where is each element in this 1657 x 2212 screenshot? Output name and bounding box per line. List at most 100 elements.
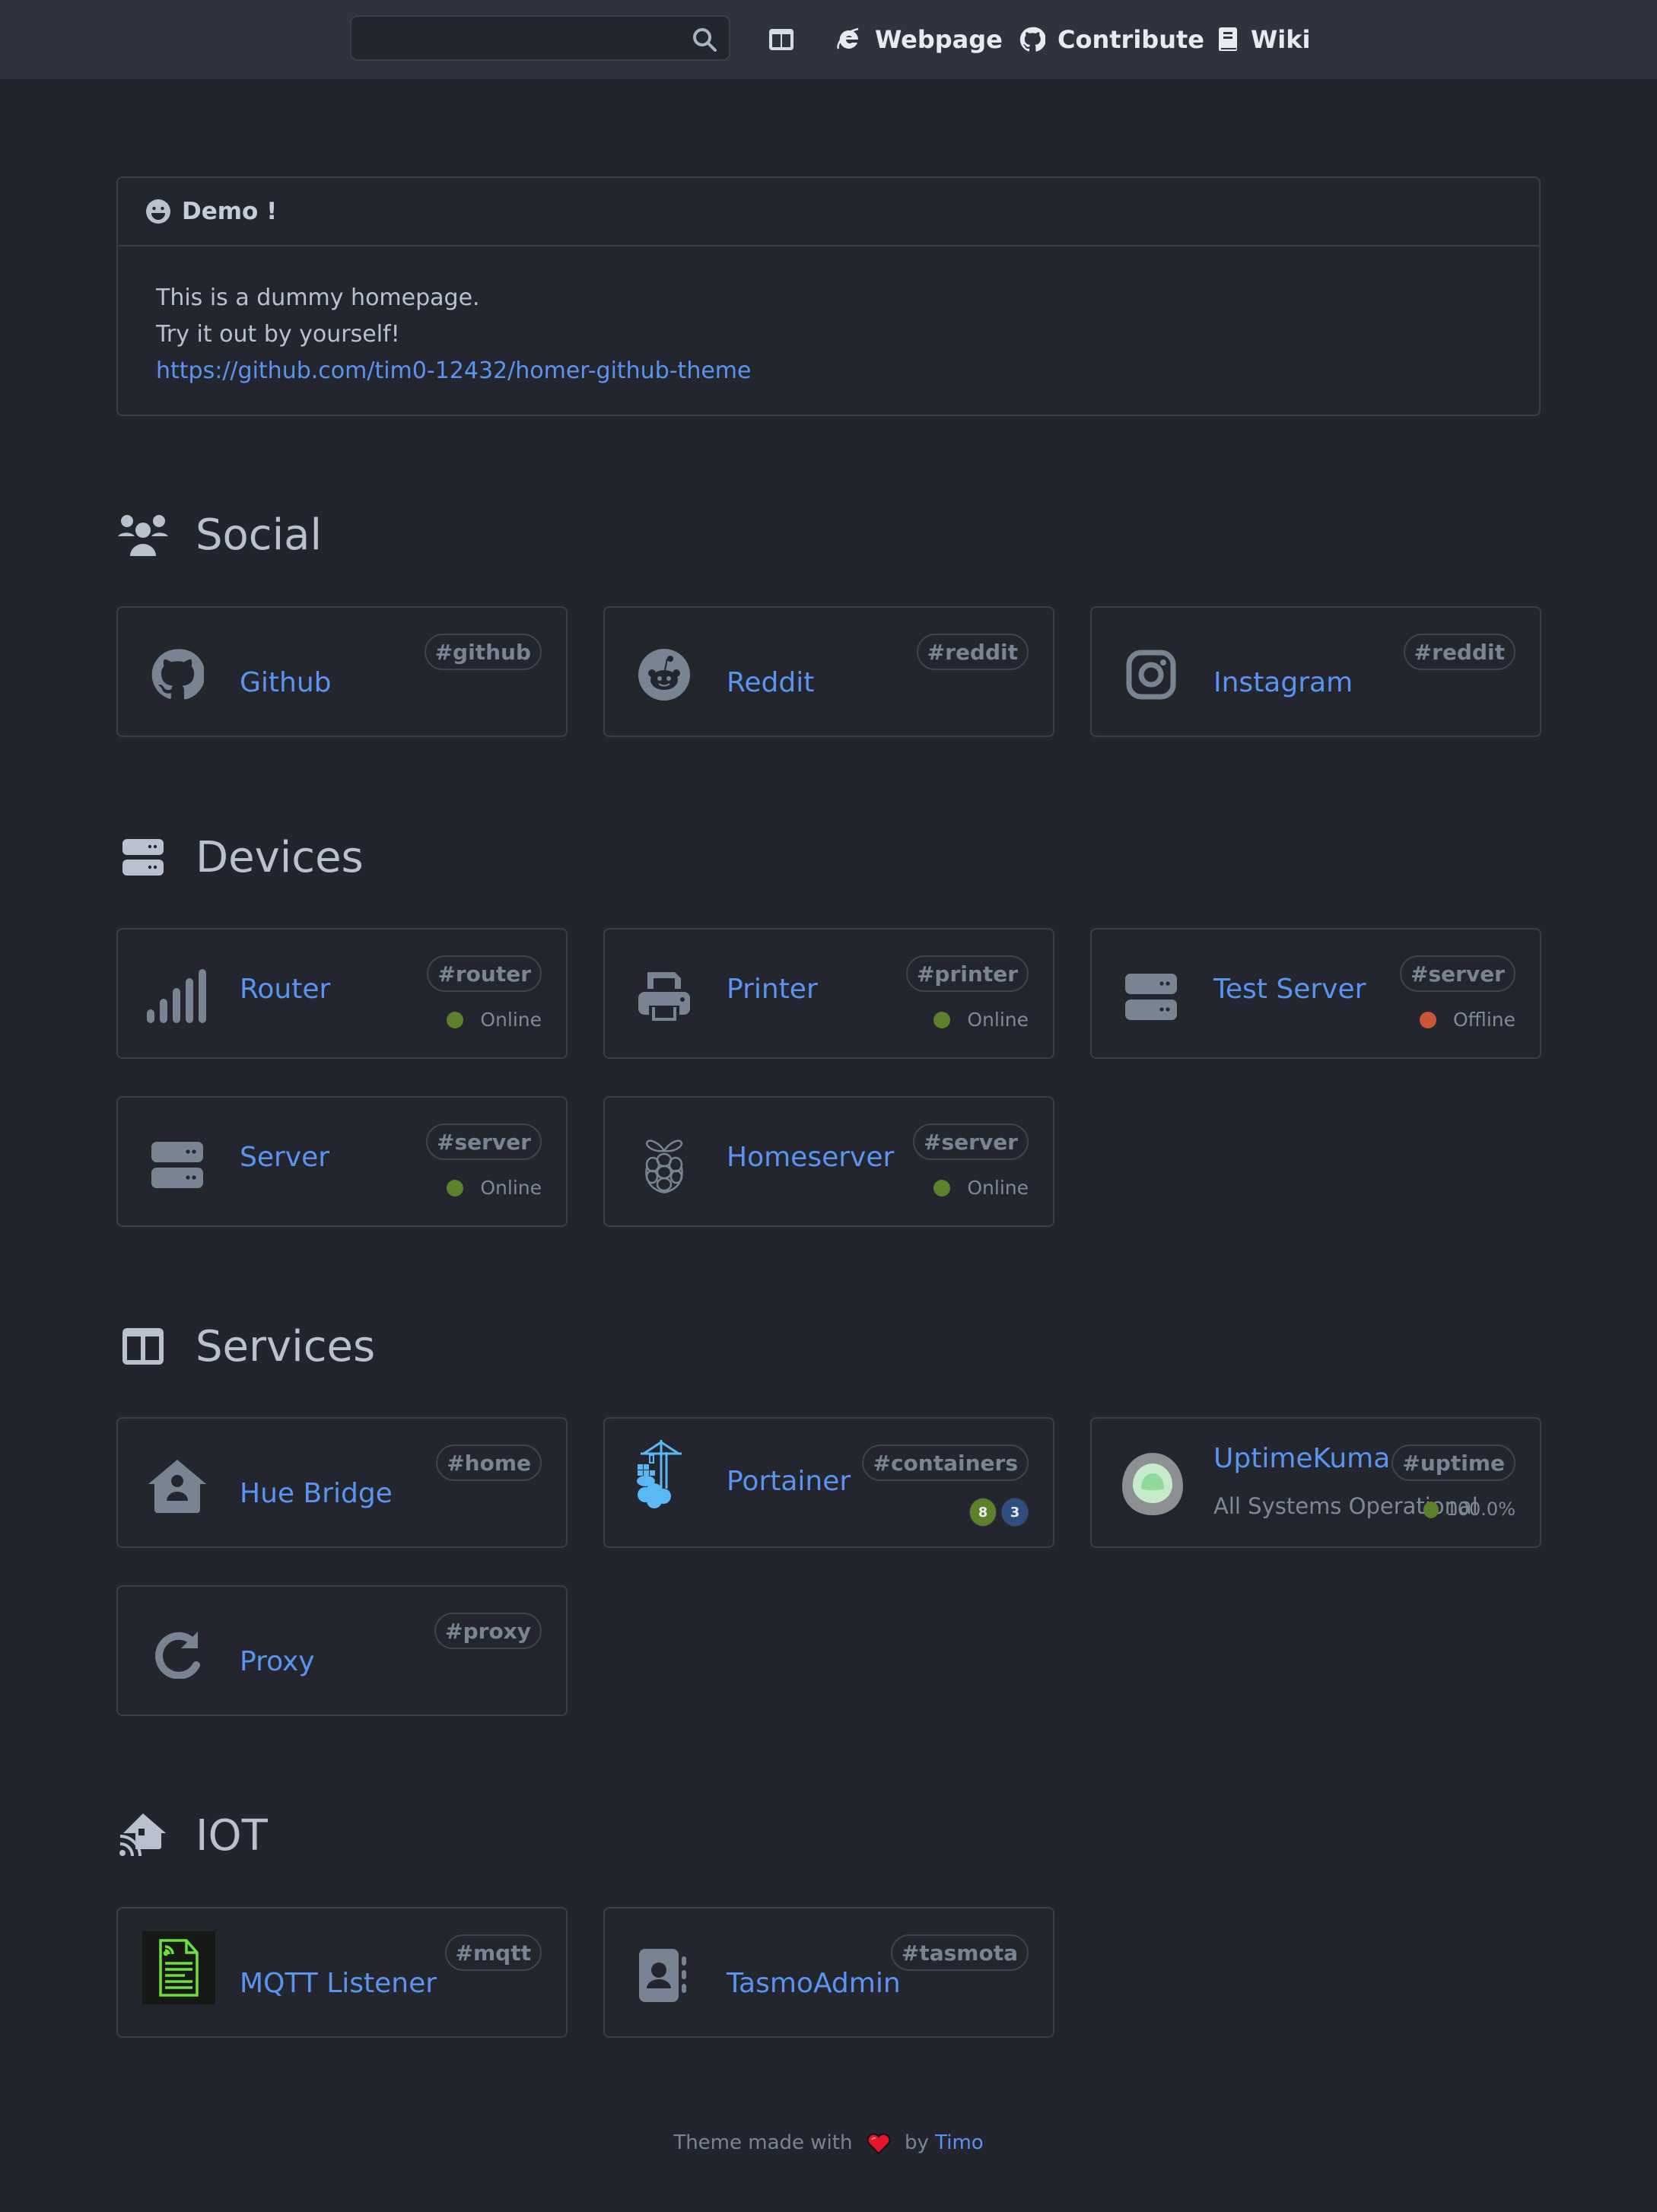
columns-icon — [769, 29, 794, 50]
nav-link-contribute[interactable]: Contribute — [1019, 20, 1204, 59]
service-card-printer[interactable]: Printer #printer Online — [603, 928, 1054, 1059]
internet-explorer-icon — [837, 27, 859, 49]
author-link[interactable]: Timo — [935, 2131, 984, 2154]
service-name[interactable]: UptimeKuma — [1213, 1443, 1390, 1474]
github-icon — [1019, 27, 1045, 52]
service-name[interactable]: Proxy — [240, 1646, 315, 1677]
status-indicator: Online — [933, 1009, 1029, 1031]
service-name[interactable]: Portainer — [727, 1466, 851, 1497]
server-icon — [1115, 960, 1188, 1033]
service-card-uptimekuma[interactable]: UptimeKuma #uptime All Systems Operation… — [1090, 1417, 1541, 1548]
service-card-tasmoadmin[interactable]: TasmoAdmin #tasmota — [603, 1907, 1054, 2038]
message-line: Try it out by yourself! — [156, 321, 400, 348]
demo-message: Demo ! This is a dummy homepage. Try it … — [116, 176, 1541, 416]
uptime-percentage: 100.0% — [1446, 1499, 1515, 1520]
nav-link-label: Webpage — [875, 25, 1003, 54]
footer-prefix: Theme made with — [673, 2131, 853, 2154]
message-title: Demo ! — [182, 198, 278, 225]
service-name[interactable]: Instagram — [1213, 667, 1353, 698]
service-tag: #reddit — [1403, 634, 1515, 670]
smile-icon — [146, 199, 170, 224]
service-card-test-server[interactable]: Test Server #server Offline — [1090, 928, 1541, 1059]
status-dot-online — [933, 1179, 951, 1197]
signal-icon — [141, 960, 214, 1033]
service-card-hue-bridge[interactable]: Hue Bridge #home — [116, 1417, 568, 1548]
running-count-badge: 8 — [969, 1498, 997, 1527]
service-tag: #proxy — [434, 1613, 542, 1649]
group-title-devices: Devices — [116, 831, 364, 884]
status-label: Offline — [1452, 1009, 1515, 1031]
service-tag: #printer — [905, 955, 1029, 992]
group-title-label: Services — [196, 1321, 376, 1371]
footer-middle: by — [904, 2131, 929, 2154]
footer: Theme made with by Timo — [0, 2131, 1657, 2154]
layout-toggle-button[interactable] — [768, 20, 806, 59]
house-user-icon — [141, 1449, 214, 1522]
uptime-kuma-icon — [1116, 1448, 1189, 1521]
status-label: Online — [967, 1177, 1029, 1199]
group-title-services: Services — [116, 1320, 375, 1373]
stopped-count-badge: 3 — [1001, 1498, 1029, 1527]
service-tag: #mqtt — [444, 1934, 542, 1971]
status-indicator: Offline — [1419, 1009, 1515, 1031]
service-name[interactable]: Homeserver — [727, 1142, 894, 1173]
service-card-instagram[interactable]: Instagram #reddit — [1090, 606, 1541, 737]
service-card-proxy[interactable]: Proxy #proxy — [116, 1585, 568, 1716]
service-tag: #uptime — [1391, 1444, 1515, 1481]
service-card-router[interactable]: Router #router Online — [116, 928, 568, 1059]
reddit-icon — [628, 638, 701, 711]
service-name[interactable]: Hue Bridge — [240, 1478, 393, 1509]
service-tag: #server — [426, 1123, 542, 1160]
nav-link-webpage[interactable]: Webpage — [835, 20, 1003, 59]
status-indicator: Online — [447, 1177, 542, 1199]
service-name[interactable]: MQTT Listener — [240, 1968, 437, 1999]
repo-link[interactable]: https://github.com/tim0-12432/homer-gith… — [156, 358, 751, 384]
columns-icon — [116, 1320, 170, 1373]
server-icon — [116, 831, 170, 884]
group-title-label: Devices — [196, 832, 364, 882]
service-name[interactable]: Github — [240, 667, 332, 698]
service-card-github[interactable]: Github #github — [116, 606, 568, 737]
service-name[interactable]: Server — [240, 1142, 329, 1173]
status-label: Online — [480, 1177, 542, 1199]
status-indicator: Online — [933, 1177, 1029, 1199]
github-icon — [141, 638, 214, 711]
nav-link-label: Contribute — [1057, 25, 1204, 54]
group-title-social: Social — [116, 508, 322, 561]
house-signal-icon — [116, 1809, 170, 1862]
service-card-server[interactable]: Server #server Online — [116, 1096, 568, 1227]
service-name[interactable]: TasmoAdmin — [727, 1968, 901, 1999]
group-title-iot: IOT — [116, 1809, 268, 1862]
search-icon[interactable] — [691, 26, 718, 53]
status-dot-online — [447, 1011, 464, 1028]
status-label: Online — [967, 1009, 1029, 1031]
search-input[interactable] — [351, 17, 729, 59]
service-name[interactable]: Reddit — [727, 667, 814, 698]
service-name[interactable]: Test Server — [1213, 974, 1366, 1005]
service-tag: #router — [427, 955, 542, 992]
search-box[interactable] — [350, 15, 730, 61]
service-card-reddit[interactable]: Reddit #reddit — [603, 606, 1054, 737]
printer-icon — [628, 960, 701, 1033]
heart-icon — [867, 2133, 891, 2154]
status-dot-offline — [1419, 1011, 1436, 1028]
group-title-label: Social — [196, 510, 323, 560]
mqtt-document-icon — [142, 1931, 215, 2004]
service-card-portainer[interactable]: Portainer #containers 8 3 — [603, 1417, 1054, 1548]
service-tag: #server — [913, 1123, 1029, 1160]
service-card-mqtt-listener[interactable]: MQTT Listener #mqtt — [116, 1907, 568, 2038]
instagram-icon — [1115, 638, 1188, 711]
service-card-homeserver[interactable]: Homeserver #server Online — [603, 1096, 1054, 1227]
users-icon — [116, 508, 170, 561]
service-tag: #tasmota — [890, 1934, 1029, 1971]
message-line: This is a dummy homepage. — [156, 284, 480, 311]
group-title-label: IOT — [196, 1810, 268, 1861]
nav-link-label: Wiki — [1251, 25, 1311, 54]
status-dot-online — [447, 1179, 464, 1197]
nav-link-wiki[interactable]: Wiki — [1217, 20, 1311, 59]
portainer-icon — [625, 1440, 698, 1513]
service-tag: #github — [424, 634, 542, 670]
service-name[interactable]: Printer — [727, 974, 818, 1005]
status-dot-online — [933, 1011, 951, 1028]
service-name[interactable]: Router — [240, 974, 330, 1005]
